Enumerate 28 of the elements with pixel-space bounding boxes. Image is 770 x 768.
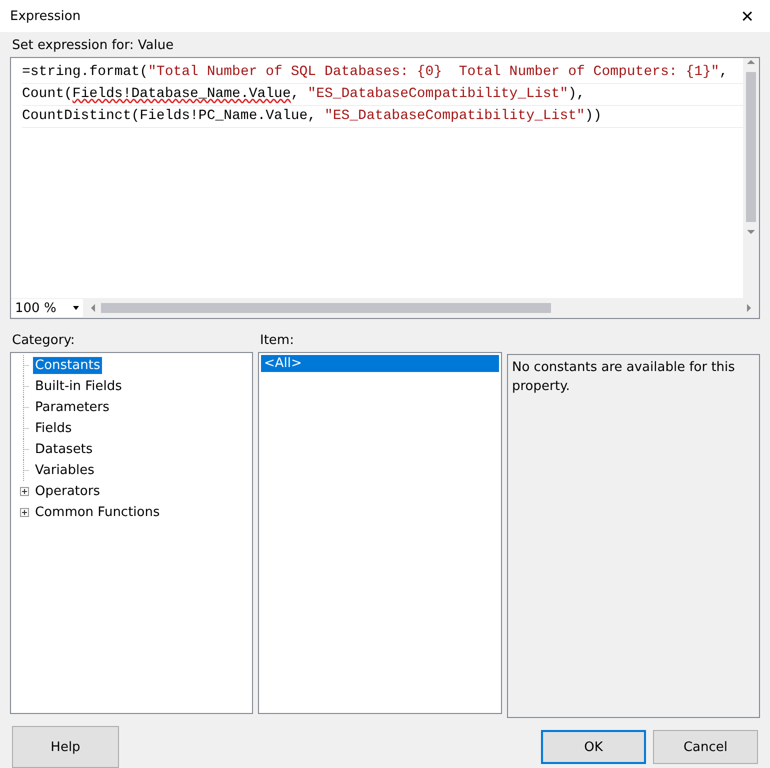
ok-button[interactable]: OK: [541, 730, 646, 764]
description-text: No constants are available for this property.: [512, 359, 736, 396]
category-item[interactable]: Operators: [33, 483, 102, 500]
expand-icon[interactable]: [20, 508, 28, 517]
scroll-up-icon[interactable]: [747, 58, 755, 66]
expand-icon[interactable]: [20, 487, 28, 496]
category-item[interactable]: Parameters: [33, 399, 112, 416]
item-label: Item:: [260, 333, 295, 348]
close-button[interactable]: ✕: [734, 6, 760, 26]
category-item[interactable]: Fields: [33, 420, 74, 437]
category-label: Category:: [12, 333, 76, 348]
window-title: Expression: [10, 8, 81, 24]
list-item[interactable]: <All>: [261, 355, 499, 372]
category-item[interactable]: Constants: [33, 357, 102, 374]
vertical-scrollbar[interactable]: [743, 58, 759, 298]
category-item[interactable]: Variables: [33, 462, 96, 479]
zoom-dropdown[interactable]: 100 %: [11, 299, 83, 317]
scroll-down-icon[interactable]: [747, 228, 755, 236]
cancel-button[interactable]: Cancel: [653, 730, 758, 764]
help-button[interactable]: Help: [12, 726, 119, 768]
category-item[interactable]: Common Functions: [33, 504, 162, 521]
category-item[interactable]: Built-in Fields: [33, 378, 124, 395]
expression-label: Set expression for: Value: [12, 38, 175, 53]
category-item[interactable]: Datasets: [33, 441, 95, 458]
caret-icon[interactable]: [73, 306, 79, 310]
scroll-right-icon[interactable]: [745, 304, 753, 312]
scroll-left-icon[interactable]: [89, 304, 97, 312]
expression-editor[interactable]: [10, 57, 760, 319]
